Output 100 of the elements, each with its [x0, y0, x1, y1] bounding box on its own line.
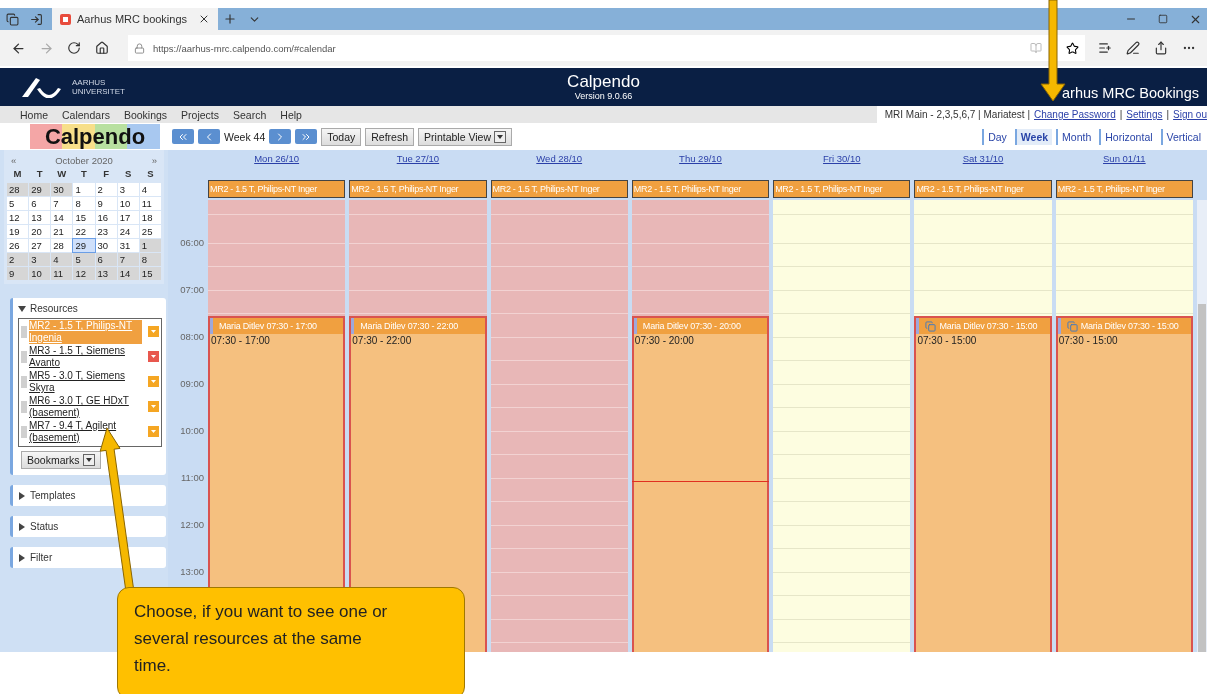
day-cell[interactable]: 22 — [73, 225, 95, 238]
day-cell[interactable]: 27 — [29, 239, 51, 252]
header-link[interactable]: Settings — [1126, 109, 1163, 120]
header-link[interactable]: Sign ou — [1173, 109, 1207, 120]
next-month-button[interactable] — [295, 129, 318, 144]
resource-item[interactable]: MR7 - 9.4 T, Agilent (basement) — [29, 420, 142, 444]
day-cell[interactable]: 7 — [117, 253, 139, 266]
day-cell[interactable]: 7 — [51, 197, 73, 210]
day-cell[interactable]: 2 — [95, 183, 117, 196]
bookmarks-button[interactable]: Bookmarks — [21, 451, 101, 469]
reading-view-icon[interactable] — [1030, 42, 1042, 54]
day-cell[interactable]: 4 — [139, 183, 161, 196]
day-cell[interactable]: 17 — [117, 211, 139, 224]
star-icon[interactable] — [1066, 41, 1079, 55]
booking-block[interactable]: Maria Ditlev 07:30 - 20:00 07:30 - 20:00 — [631, 316, 770, 652]
day-column[interactable]: Maria Ditlev 07:30 - 20:00 07:30 - 20:00 — [631, 200, 770, 652]
menu-item[interactable]: Bookings — [123, 108, 168, 121]
day-cell[interactable]: 13 — [95, 267, 117, 280]
menu-item[interactable]: Home — [20, 108, 48, 121]
dropdown-icon[interactable] — [148, 326, 159, 337]
day-header-link[interactable]: Mon 26/10 — [208, 150, 346, 168]
panel-title[interactable]: Resources — [30, 303, 78, 314]
next-month-link[interactable]: » — [151, 154, 157, 166]
day-cell[interactable]: 6 — [29, 197, 51, 210]
day-cell[interactable]: 25 — [139, 225, 161, 238]
day-cell[interactable]: 29 — [73, 239, 95, 252]
day-cell[interactable]: 20 — [29, 225, 51, 238]
dropdown-icon[interactable] — [148, 401, 159, 412]
day-cell[interactable]: 9 — [7, 267, 29, 280]
day-cell[interactable]: 13 — [29, 211, 51, 224]
day-cell[interactable]: 10 — [29, 267, 51, 280]
day-column[interactable]: Maria Ditlev 07:30 - 15:00 07:30 - 15:00 — [1055, 200, 1193, 652]
menu-item[interactable]: Calendars — [62, 108, 110, 121]
day-cell[interactable]: 1 — [139, 239, 161, 252]
resource-item[interactable]: MR6 - 3.0 T, GE HDxT (basement) — [29, 395, 142, 419]
day-header-link[interactable]: Wed 28/10 — [490, 150, 628, 168]
day-header-link[interactable]: Sun 01/11 — [1055, 150, 1193, 168]
dropdown-icon[interactable] — [148, 351, 159, 362]
day-cell[interactable]: 15 — [73, 211, 95, 224]
toolbar-button[interactable]: Refresh — [365, 127, 415, 146]
day-cell[interactable]: 19 — [7, 225, 29, 238]
dropdown-icon[interactable] — [148, 376, 159, 387]
day-cell[interactable]: 26 — [7, 239, 29, 252]
panel-title[interactable]: Status — [30, 521, 59, 532]
day-cell[interactable]: 29 — [29, 183, 51, 196]
dropdown-icon[interactable] — [148, 426, 159, 437]
resource-item[interactable]: MR3 - 1.5 T, Siemens Avanto — [29, 345, 142, 369]
booking-block[interactable]: Maria Ditlev 07:30 - 15:00 07:30 - 15:00 — [914, 316, 1052, 652]
day-cell[interactable]: 10 — [117, 197, 139, 210]
day-cell[interactable]: 8 — [73, 197, 95, 210]
day-cell[interactable]: 3 — [117, 183, 139, 196]
day-cell[interactable]: 30 — [51, 183, 73, 196]
day-cell[interactable]: 1 — [73, 183, 95, 196]
day-cell[interactable]: 5 — [73, 253, 95, 266]
panel-title[interactable]: Filter — [30, 552, 53, 563]
day-cell[interactable]: 12 — [7, 211, 29, 224]
day-cell[interactable]: 21 — [51, 225, 73, 238]
browser-tab[interactable]: Aarhus MRC bookings — [52, 8, 218, 30]
day-cell[interactable]: 23 — [95, 225, 117, 238]
day-header-link[interactable]: Sat 31/10 — [914, 150, 1052, 168]
expand-icon[interactable] — [18, 522, 26, 531]
day-header-link[interactable]: Fri 30/10 — [773, 150, 911, 168]
panel-title[interactable]: Templates — [30, 490, 76, 501]
day-cell[interactable]: 6 — [95, 253, 117, 266]
menu-item[interactable]: Search — [233, 108, 267, 121]
day-cell[interactable]: 15 — [139, 267, 161, 280]
toolbar-button[interactable]: Today — [321, 127, 362, 146]
expand-icon[interactable] — [18, 553, 26, 562]
previous-month-link[interactable]: « — [11, 154, 17, 166]
day-cell[interactable]: 16 — [95, 211, 117, 224]
day-cell[interactable]: 30 — [95, 239, 117, 252]
day-column[interactable]: Maria Ditlev 07:30 - 15:00 07:30 - 15:00 — [914, 200, 1052, 652]
day-cell[interactable]: 14 — [51, 211, 73, 224]
day-cell[interactable]: 2 — [7, 253, 29, 266]
previous-month-button[interactable] — [172, 129, 194, 144]
day-header-link[interactable]: Tue 27/10 — [349, 150, 487, 168]
day-cell[interactable]: 4 — [51, 253, 73, 266]
next-week-button[interactable] — [269, 129, 292, 144]
day-cell[interactable]: 28 — [7, 183, 29, 196]
scrollbar-thumb[interactable] — [1198, 304, 1206, 652]
address-field[interactable]: https://aarhus-mrc.calpendo.com/#calendar — [128, 35, 1085, 61]
day-cell[interactable]: 8 — [139, 253, 161, 266]
resource-item[interactable]: MR5 - 3.0 T, Siemens Skyra — [29, 370, 142, 394]
scrollbar[interactable] — [1197, 200, 1207, 652]
header-link[interactable]: Change Password — [1034, 109, 1116, 120]
day-cell[interactable]: 12 — [73, 267, 95, 280]
day-cell[interactable]: 11 — [51, 267, 73, 280]
menu-item[interactable]: Projects — [181, 108, 220, 121]
day-header-link[interactable]: Thu 29/10 — [631, 150, 770, 168]
day-cell[interactable]: 14 — [117, 267, 139, 280]
booking-block[interactable]: Maria Ditlev 07:30 - 15:00 07:30 - 15:00 — [1055, 316, 1193, 652]
day-cell[interactable]: 11 — [139, 197, 161, 210]
menu-item[interactable]: Help — [280, 108, 302, 121]
day-cell[interactable]: 18 — [139, 211, 161, 224]
expand-icon[interactable] — [18, 491, 26, 500]
day-cell[interactable]: 28 — [51, 239, 73, 252]
day-cell[interactable]: 9 — [95, 197, 117, 210]
printable-view-button[interactable]: Printable View — [418, 127, 512, 146]
view-tab[interactable]: Week — [1014, 128, 1053, 145]
close-icon[interactable] — [198, 13, 210, 25]
